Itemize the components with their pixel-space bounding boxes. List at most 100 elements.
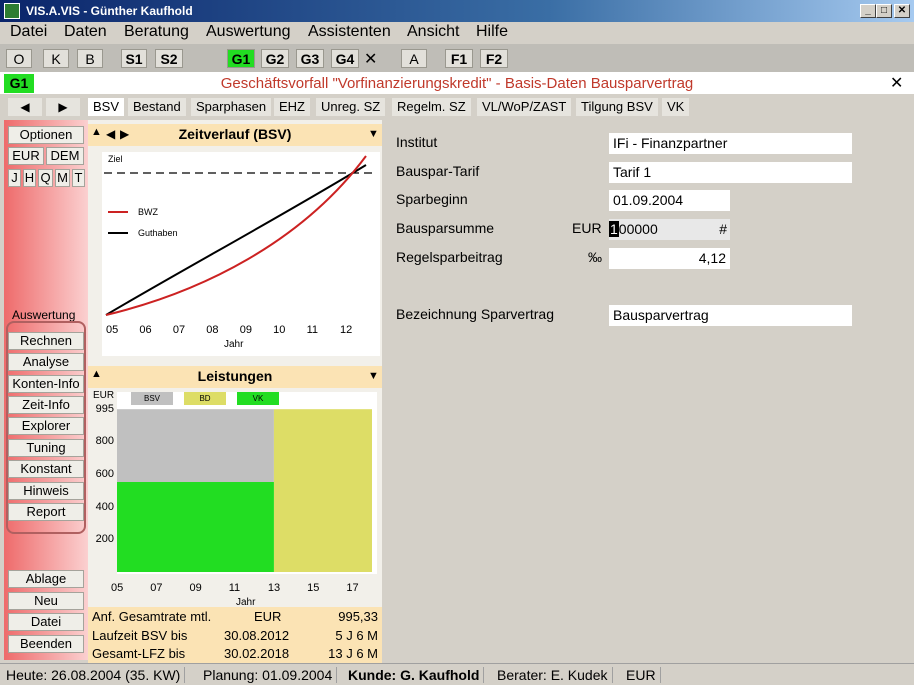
menu-daten[interactable]: Daten (64, 23, 107, 41)
tarif-label: Bauspar-Tarif (396, 163, 480, 179)
tuning-button[interactable]: Tuning (8, 439, 84, 457)
period-q-button[interactable]: Q (38, 169, 53, 187)
tab-vl-wop-zast[interactable]: VL/WoP/ZAST (477, 98, 572, 116)
menu-beratung[interactable]: Beratung (124, 23, 189, 41)
toolbar-g1-button[interactable]: G1 (227, 49, 255, 68)
tab-bsv[interactable]: BSV (88, 98, 125, 116)
chart1-xtick: 10 (273, 324, 286, 336)
minimize-button[interactable]: _ (860, 4, 876, 18)
nav-prev-icon[interactable]: ◀ (8, 98, 42, 116)
chart1-next-icon[interactable]: ▶ (120, 127, 129, 141)
rechnen-button[interactable]: Rechnen (8, 332, 84, 350)
beenden-button[interactable]: Beenden (8, 635, 84, 653)
chart1-header: Zeitverlauf (BSV) ▲ ◀ ▶ ▼ (88, 124, 382, 146)
nav-next-icon[interactable]: ▶ (46, 98, 80, 116)
report-button[interactable]: Report (8, 503, 84, 521)
chart2-legend-vk: VK (237, 392, 279, 405)
toolbar-g3-button[interactable]: G3 (296, 49, 324, 68)
institut-field[interactable]: IFi - Finanzpartner (609, 133, 852, 154)
summary-label-gesamt: Gesamt-LFZ bis (92, 646, 186, 661)
summary-value-gesamt: 13 J 6 M (328, 646, 378, 661)
chart1-plot: Ziel BWZ Guthaben 05 06 07 08 09 10 11 12 Jahr (102, 152, 380, 356)
chart2-xtick: 13 (267, 582, 281, 594)
tab-ehz[interactable]: EHZ (274, 98, 310, 116)
status-currency: EUR (622, 667, 661, 683)
chart2-updown-icon[interactable]: ▲ (91, 368, 102, 380)
regelsparbeitrag-label: Regelsparbeitrag (396, 249, 503, 265)
tab-bestand[interactable]: Bestand (128, 98, 186, 116)
chart2-legend-bd: BD (184, 392, 226, 405)
menu-ansicht[interactable]: Ansicht (407, 23, 459, 41)
chart2-ytick: 600 (95, 467, 114, 480)
tab-vk[interactable]: VK (662, 98, 690, 116)
case-header: Geschäftsvorfall "Vorfinanzierungskredit… (0, 72, 914, 94)
currency-eur-button[interactable]: EUR (8, 147, 44, 165)
toolbar-f1-button[interactable]: F1 (445, 49, 473, 68)
toolbar: O K B S1 S2 G1 G2 G3 G4 ✕ A F1 F2 (0, 44, 914, 72)
ablage-button[interactable]: Ablage (8, 570, 84, 588)
chart2-xtick: 17 (346, 582, 359, 594)
chart2-xtick: 07 (150, 582, 163, 594)
konten-info-button[interactable]: Konten-Info (8, 375, 84, 393)
toolbar-f2-button[interactable]: F2 (480, 49, 508, 68)
optionen-button[interactable]: Optionen (8, 126, 84, 144)
toolbar-g2-button[interactable]: G2 (261, 49, 289, 68)
chart2-xtick: 11 (228, 582, 241, 594)
close-window-button[interactable]: ✕ (894, 4, 910, 18)
analyse-button[interactable]: Analyse (8, 353, 84, 371)
status-berater: Berater: E. Kudek (493, 667, 613, 683)
hinweis-button[interactable]: Hinweis (8, 482, 84, 500)
period-h-button[interactable]: H (23, 169, 36, 187)
toolbar-g4-button[interactable]: G4 (331, 49, 359, 68)
chart2-dropdown-icon[interactable]: ▼ (368, 370, 379, 382)
menu-assistenten[interactable]: Assistenten (308, 23, 391, 41)
bausparsumme-unit: EUR (572, 220, 602, 236)
menu-datei[interactable]: Datei (10, 23, 47, 41)
toolbar-o-button[interactable]: O (6, 49, 32, 68)
chart2-xtick: 15 (307, 582, 320, 594)
toolbar-k-button[interactable]: K (43, 49, 69, 68)
chart1-xtick: 08 (206, 324, 219, 336)
chart1-updown-icon[interactable]: ▲ (91, 126, 102, 138)
close-case-icon[interactable]: ✕ (890, 73, 903, 93)
neu-button[interactable]: Neu (8, 592, 84, 610)
period-j-button[interactable]: J (8, 169, 21, 187)
sparbeginn-field[interactable]: 01.09.2004 (609, 190, 730, 211)
chart2-ytick: 800 (95, 435, 114, 448)
toolbar-close-group-icon[interactable]: ✕ (364, 49, 377, 69)
chart1-dropdown-icon[interactable]: ▼ (368, 128, 379, 140)
konstant-button[interactable]: Konstant (8, 460, 84, 478)
maximize-button[interactable]: □ (876, 4, 892, 18)
period-t-button[interactable]: T (72, 169, 85, 187)
chart1-xtick: 07 (172, 324, 186, 336)
tarif-field[interactable]: Tarif 1 (609, 162, 852, 183)
tab-unreg-sz[interactable]: Unreg. SZ (316, 98, 386, 116)
chart1-guthaben-line (105, 164, 367, 316)
tab-regelm-sz[interactable]: Regelm. SZ (392, 98, 471, 116)
app-icon (4, 3, 20, 19)
toolbar-a-button[interactable]: A (401, 49, 427, 68)
chart2-bar-vk (117, 482, 274, 572)
chart1-prev-icon[interactable]: ◀ (106, 127, 115, 141)
chart2-svg (117, 409, 372, 572)
tab-sparphasen[interactable]: Sparphasen (191, 98, 272, 116)
status-kunde: Kunde: G. Kaufhold (344, 667, 485, 683)
summary-label-laufzeit: Laufzeit BSV bis (92, 628, 188, 643)
menu-auswertung[interactable]: Auswertung (206, 23, 291, 41)
tab-tilgung-bsv[interactable]: Tilgung BSV (576, 98, 658, 116)
period-m-button[interactable]: M (55, 169, 70, 187)
bezeichnung-field[interactable]: Bausparvertrag (609, 305, 852, 326)
toolbar-s1-button[interactable]: S1 (121, 49, 147, 68)
bezeichnung-label: Bezeichnung Sparvertrag (396, 306, 554, 322)
currency-dem-button[interactable]: DEM (46, 147, 84, 165)
toolbar-s2-button[interactable]: S2 (155, 49, 183, 68)
menu-hilfe[interactable]: Hilfe (476, 23, 508, 41)
summary-label-rate: Anf. Gesamtrate mtl. (92, 609, 212, 624)
regelsparbeitrag-field[interactable]: 4,12 (609, 248, 730, 269)
datei-button[interactable]: Datei (8, 613, 84, 631)
toolbar-b-button[interactable]: B (77, 49, 103, 68)
zeit-info-button[interactable]: Zeit-Info (8, 396, 84, 414)
bausparsumme-field[interactable]: 100000 # (609, 219, 730, 240)
explorer-button[interactable]: Explorer (8, 417, 84, 435)
chart1-xtick: 05 (106, 324, 119, 336)
